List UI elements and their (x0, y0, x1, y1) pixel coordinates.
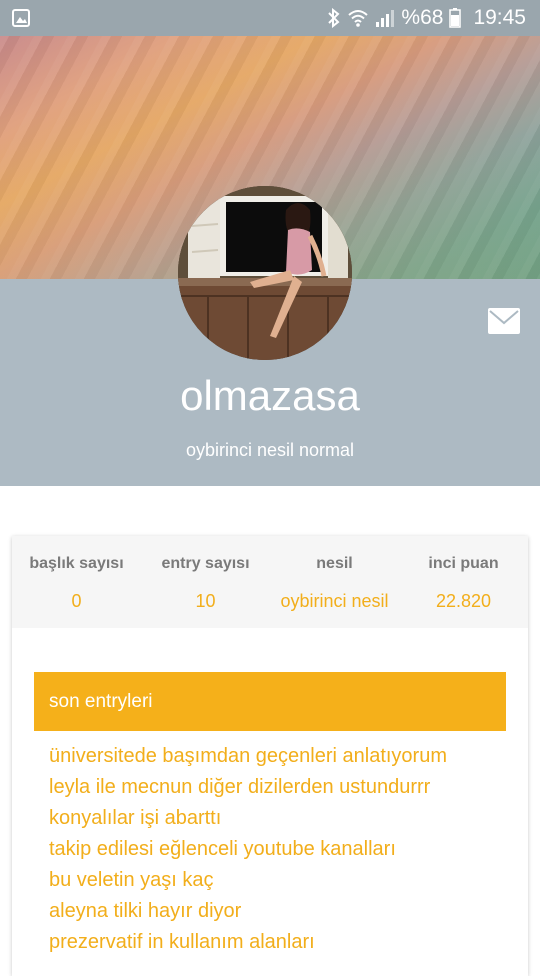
entry-link[interactable]: leyla ile mecnun diğer dizilerden ustund… (34, 772, 506, 803)
entry-list: üniversitede başımdan geçenleri anlatıyo… (34, 741, 506, 958)
stat-label: nesil (316, 555, 353, 572)
wifi-icon (348, 10, 369, 27)
status-bar: %68 19:45 (0, 0, 540, 36)
stat-value: 22.820 (435, 591, 492, 611)
stat-label: başlık sayısı (29, 555, 124, 572)
bluetooth-icon (328, 8, 340, 28)
entry-link[interactable]: konyalılar işi abarttı (34, 803, 506, 834)
avatar[interactable] (178, 186, 352, 360)
battery-percent: %68 (401, 6, 444, 29)
recent-entries-section: son entryleri üniversitede başımdan geçe… (34, 672, 506, 958)
mail-icon (488, 308, 520, 334)
stat-label: entry sayısı (161, 555, 250, 572)
entry-link[interactable]: prezervatif in kullanım alanları (34, 927, 506, 958)
stat-value: 10 (195, 591, 216, 611)
stats-table: başlık sayısı 0 entry sayısı 10 nesil oy… (12, 536, 528, 628)
entry-link[interactable]: takip edilesi eğlenceli youtube kanallar… (34, 834, 506, 865)
user-photo-icon (178, 186, 352, 360)
entry-link[interactable]: üniversitede başımdan geçenleri anlatıyo… (34, 741, 506, 772)
stat-value: oybirinci nesil (280, 591, 389, 611)
profile-card: başlık sayısı 0 entry sayısı 10 nesil oy… (12, 536, 528, 976)
battery-icon (449, 8, 462, 28)
entry-link[interactable]: bu veletin yaşı kaç (34, 865, 506, 896)
generation-label: oybirinci nesil normal (185, 440, 355, 460)
username: olmazasa (180, 372, 360, 419)
signal-icon (376, 10, 395, 27)
stat-value: 0 (71, 591, 82, 611)
status-right-group: %68 19:45 (327, 0, 526, 36)
gallery-icon (12, 9, 30, 27)
section-title: son entryleri (34, 672, 506, 731)
entry-link[interactable]: aleyna tilki hayır diyor (34, 896, 506, 927)
mail-button[interactable] (488, 308, 520, 334)
clock: 19:45 (473, 6, 526, 29)
stat-label: inci puan (428, 555, 499, 572)
